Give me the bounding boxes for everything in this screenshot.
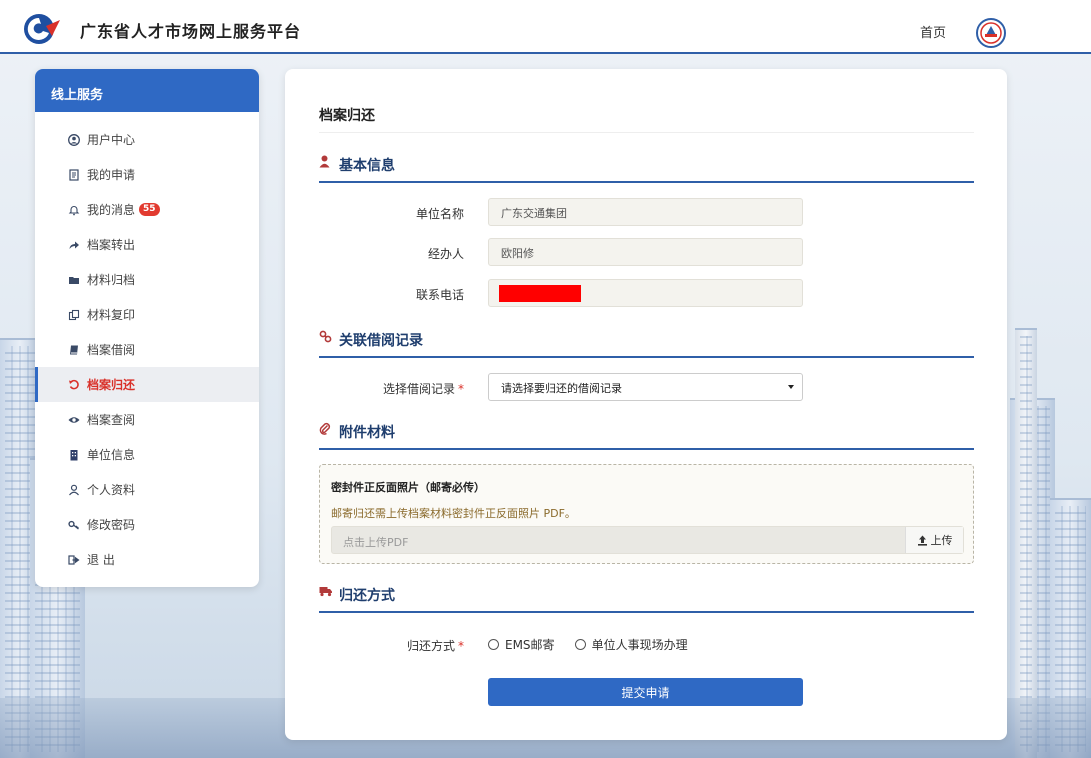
sidebar-item-user-center[interactable]: 用户中心 (35, 122, 259, 157)
site-title: 广东省人才市场网上服务平台 (80, 22, 302, 41)
return-method-label: 归还方式 * (406, 639, 464, 653)
page-title: 档案归还 (319, 108, 375, 124)
sidebar-item-label: 我的消息 (87, 203, 136, 217)
message-count-badge: 55 (139, 203, 160, 216)
phone-redaction (499, 285, 581, 302)
sidebar-menu: 用户中心 我的申请 我的消息 55 档案转出 材料归档 材料复印 档案借阅 档案… (35, 112, 259, 577)
borrow-record-row: 选择借阅记录 * 请选择要归还的借阅记录 (285, 373, 1007, 401)
radio-onsite[interactable]: 单位人事现场办理 (574, 636, 688, 653)
sidebar-title: 线上服务 (35, 69, 259, 112)
user-icon (319, 155, 333, 172)
nav-home-link[interactable]: 首页 (920, 22, 946, 41)
top-header: 广东省人才市场网上服务平台 首页 (0, 0, 1091, 54)
unit-name-row: 单位名称 广东交通集团 (285, 198, 1007, 226)
share-arrow-icon (67, 238, 81, 252)
section-borrow-record: 关联借阅记录 (319, 330, 974, 358)
sidebar-item-label: 个人资料 (87, 483, 136, 497)
folder-icon (67, 273, 81, 287)
phone-row: 联系电话 (285, 279, 1007, 307)
book-icon (67, 343, 81, 357)
user-avatar-icon[interactable] (976, 18, 1006, 48)
attachment-title: 密封件正反面照片（邮寄必传） (331, 481, 485, 494)
upload-button[interactable]: 上传 (905, 527, 963, 553)
main-panel: 档案归还 基本信息 单位名称 广东交通集团 经办人 欧阳修 联系电话 关联借阅记… (285, 69, 1007, 740)
sidebar-item-label: 修改密码 (87, 518, 136, 532)
undo-icon (67, 378, 81, 392)
sidebar-item-label: 档案查阅 (87, 413, 136, 427)
logout-icon (67, 553, 81, 567)
section-return-method: 归还方式 (319, 585, 974, 613)
borrow-record-select[interactable]: 请选择要归还的借阅记录 (488, 373, 803, 401)
sidebar-item-label: 材料复印 (87, 308, 136, 322)
copy-icon (67, 308, 81, 322)
unit-name-label: 单位名称 (415, 207, 464, 221)
sidebar-item-unit-info[interactable]: 单位信息 (35, 437, 259, 472)
bell-icon (67, 203, 81, 217)
borrow-record-label: 选择借阅记录 * (382, 382, 464, 396)
section-title: 关联借阅记录 (339, 333, 423, 349)
section-title: 归还方式 (339, 588, 395, 604)
sidebar-item-personal-profile[interactable]: 个人资料 (35, 472, 259, 507)
phone-label: 联系电话 (415, 288, 464, 302)
title-divider (319, 132, 974, 133)
building-icon (67, 448, 81, 462)
sidebar-item-label: 退 出 (87, 553, 115, 567)
sidebar-item-label: 档案归还 (87, 378, 136, 392)
sidebar-item-my-applications[interactable]: 我的申请 (35, 157, 259, 192)
section-title: 附件材料 (339, 425, 395, 441)
sidebar-item-label: 材料归档 (87, 273, 136, 287)
sidebar-item-material-filing[interactable]: 材料归档 (35, 262, 259, 297)
sidebar-item-label: 档案转出 (87, 238, 136, 252)
sidebar-item-label: 用户中心 (87, 133, 136, 147)
section-attachments: 附件材料 (319, 422, 974, 450)
document-icon (67, 168, 81, 182)
paperclip-icon (319, 422, 333, 439)
sidebar-item-change-password[interactable]: 修改密码 (35, 507, 259, 542)
radio-circle[interactable] (488, 639, 499, 650)
sidebar-item-label: 档案借阅 (87, 343, 136, 357)
sidebar-item-label: 我的申请 (87, 168, 136, 182)
submit-button[interactable]: 提交申请 (488, 678, 803, 706)
sidebar-item-my-messages[interactable]: 我的消息 55 (35, 192, 259, 227)
attachment-hint: 邮寄归还需上传档案材料密封件正反面照片 PDF。 (331, 507, 576, 520)
upload-icon (917, 535, 927, 546)
return-method-row: 归还方式 * EMS邮寄 单位人事现场办理 (285, 630, 1007, 658)
gd-talent-logo-icon[interactable] (22, 12, 62, 46)
section-basic-info: 基本信息 (319, 155, 974, 183)
section-title: 基本信息 (339, 158, 395, 174)
truck-icon (319, 585, 333, 601)
radio-circle[interactable] (574, 639, 586, 650)
upload-placeholder: 点击上传PDF (343, 536, 409, 549)
eye-icon (67, 413, 81, 427)
sidebar-item-archive-return[interactable]: 档案归还 (35, 367, 259, 402)
person-icon (67, 483, 81, 497)
sidebar-item-archive-transfer[interactable]: 档案转出 (35, 227, 259, 262)
radio-ems[interactable]: EMS邮寄 (488, 636, 555, 653)
unit-name-field[interactable]: 广东交通集团 (488, 198, 803, 226)
handler-field[interactable]: 欧阳修 (488, 238, 803, 266)
user-circle-icon (67, 133, 81, 147)
handler-row: 经办人 欧阳修 (285, 238, 1007, 266)
chevron-down-icon (788, 385, 794, 389)
sidebar-item-logout[interactable]: 退 出 (35, 542, 259, 577)
return-method-radio-group: EMS邮寄 单位人事现场办理 (488, 636, 708, 653)
sidebar-item-archive-view[interactable]: 档案查阅 (35, 402, 259, 437)
sidebar-item-archive-borrow[interactable]: 档案借阅 (35, 332, 259, 367)
link-icon (319, 330, 333, 347)
sidebar: 线上服务 用户中心 我的申请 我的消息 55 档案转出 材料归档 材料复印 档案… (35, 69, 259, 587)
sidebar-item-label: 单位信息 (87, 448, 136, 462)
attachment-box: 密封件正反面照片（邮寄必传） 邮寄归还需上传档案材料密封件正反面照片 PDF。 … (319, 464, 974, 564)
sidebar-item-material-copy[interactable]: 材料复印 (35, 297, 259, 332)
key-icon (67, 518, 81, 532)
handler-label: 经办人 (427, 247, 464, 261)
pdf-upload-field[interactable]: 点击上传PDF 上传 (331, 526, 964, 554)
